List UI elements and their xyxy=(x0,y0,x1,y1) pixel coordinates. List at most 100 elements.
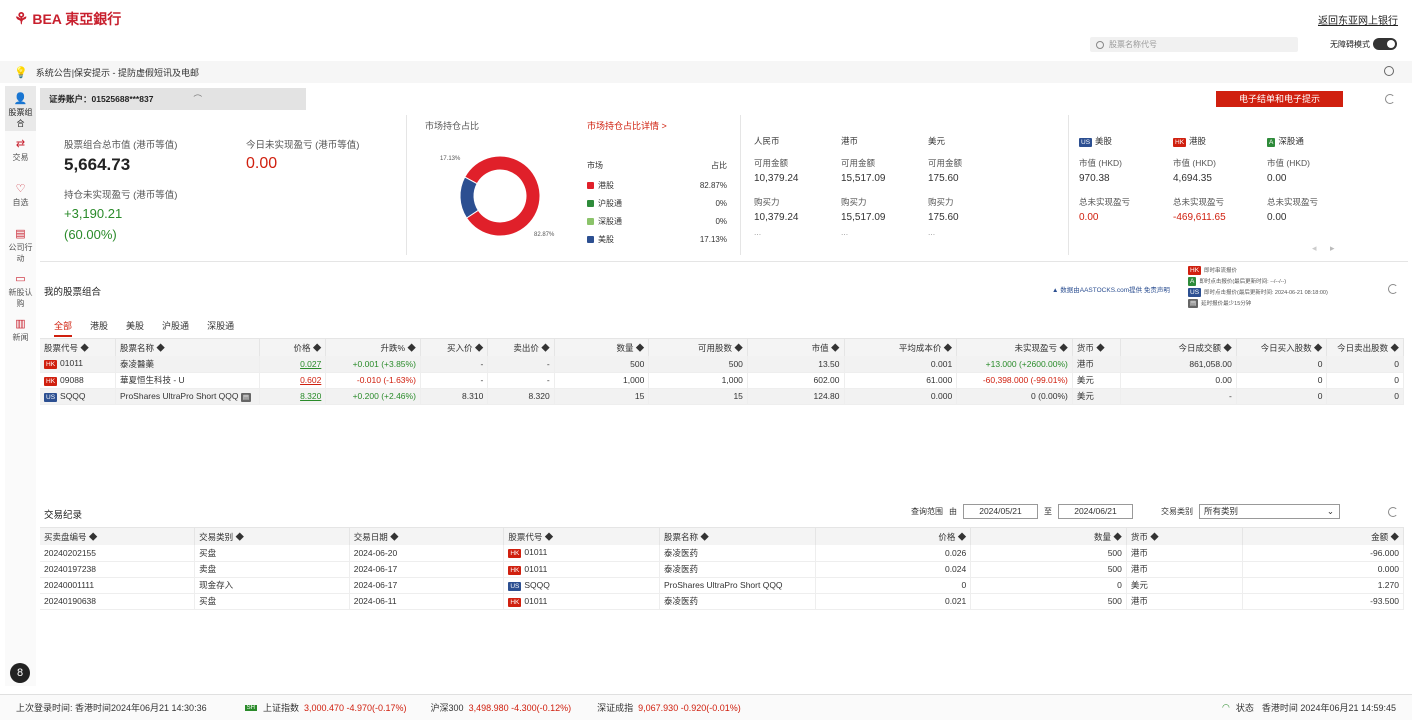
holdings-table: 股票代号 ◆ 股票名称 ◆ 价格 ◆ 升跌% ◆ 买入价 ◆ 卖出价 ◆ 数量 … xyxy=(40,339,1404,405)
table-row[interactable]: 20240001111 现金存入 2024-06-17 US SQQQ ProSh… xyxy=(40,577,1404,594)
settings-icon[interactable] xyxy=(1384,66,1394,76)
col-header-ccy[interactable]: 货币 ◆ xyxy=(1072,339,1122,356)
col-header-stock-code[interactable]: 股票代号 ◆ xyxy=(503,528,660,545)
sidebar-item-trade[interactable]: ⇄ 交易 xyxy=(5,131,36,176)
col-header-mv[interactable]: 市值 ◆ xyxy=(747,339,845,356)
refresh-icon[interactable] xyxy=(1388,507,1398,517)
col-header-name[interactable]: 股票名称 ◆ xyxy=(115,339,260,356)
market-sz-connect: A 深股通 市值 (HKD) 0.00 总未实现盈亏 0.00 xyxy=(1267,135,1357,223)
tab-all[interactable]: 全部 xyxy=(54,319,73,337)
hk-flag-icon: HK xyxy=(1173,138,1187,147)
stock-price[interactable]: 0.602 xyxy=(259,372,327,389)
next-page-icon[interactable]: ▸ xyxy=(1330,243,1335,254)
tab-sh-connect[interactable]: 沪股通 xyxy=(162,319,189,337)
more-indicator[interactable]: ... xyxy=(841,227,931,237)
us-flag-icon: US xyxy=(1079,138,1093,147)
aastocks-source[interactable]: ▲ 数据由AASTOCKS.com提供 免责声明 xyxy=(1052,284,1170,294)
sidebar-item-ipo[interactable]: ▭ 新股认购 xyxy=(5,266,36,311)
from-date-input[interactable]: 2024/05/21 xyxy=(963,504,1038,519)
col-header-stock-name[interactable]: 股票名称 ◆ xyxy=(659,528,816,545)
account-selector[interactable]: 证券账户：01525688***837 ⌒ xyxy=(40,88,306,110)
more-indicator[interactable]: ... xyxy=(928,227,1018,237)
sidebar-item-corporate-action[interactable]: ▤ 公司行动 xyxy=(5,221,36,266)
price: 0 xyxy=(815,577,972,594)
col-header-order-no[interactable]: 买卖盘编号 ◆ xyxy=(40,528,196,545)
currency: 港币 xyxy=(1126,561,1244,578)
col-header-qty[interactable]: 数量 ◆ xyxy=(970,528,1127,545)
col-header-today-buy[interactable]: 今日买入股数 ◆ xyxy=(1236,339,1328,356)
col-header-avg-cost[interactable]: 平均成本价 ◆ xyxy=(844,339,958,356)
buy-power-label: 购买力 xyxy=(928,197,954,207)
estatement-button[interactable]: 电子结单和电子提示 xyxy=(1216,91,1343,107)
back-to-ebanking-link[interactable]: 返回东亚网上银行 xyxy=(1318,12,1398,27)
trades-table: 买卖盘编号 ◆ 交易类别 ◆ 交易日期 ◆ 股票代号 ◆ 股票名称 ◆ 价格 ◆… xyxy=(40,528,1404,610)
more-indicator[interactable]: ... xyxy=(754,227,844,237)
trades-table-wrap: 买卖盘编号 ◆ 交易类别 ◆ 交易日期 ◆ 股票代号 ◆ 股票名称 ◆ 价格 ◆… xyxy=(40,527,1404,610)
divider xyxy=(740,115,741,255)
holding-pl-label: 持仓未实现盈亏 (港币等值) xyxy=(64,190,178,201)
sidebar-item-portfolio[interactable]: 👤 股票组合 xyxy=(5,86,36,131)
bea-logo[interactable]: ⚘ BEA 東亞銀行 xyxy=(14,9,121,29)
legend-swatch xyxy=(587,235,594,243)
today-buy-qty: 0 xyxy=(1236,388,1328,405)
eye-hidden-icon[interactable]: ⌒ xyxy=(193,93,202,105)
mv-label: 市值 (HKD) xyxy=(1267,158,1310,168)
stock-change: -0.010 (-1.63%) xyxy=(325,372,421,389)
amount: 0.000 xyxy=(1242,561,1404,578)
col-header-amount[interactable]: 金额 ◆ xyxy=(1242,528,1404,545)
donut-slice-0 xyxy=(464,155,541,237)
col-header-qty[interactable]: 数量 ◆ xyxy=(554,339,650,356)
sidebar-item-news[interactable]: ▥ 新闻 xyxy=(5,311,36,356)
table-row[interactable]: 20240202155 买盘 2024-06-20 HK 01011 泰凌医药 0… xyxy=(40,545,1404,562)
refresh-icon[interactable] xyxy=(1388,284,1398,294)
trade-type-select[interactable]: 所有类别 ⌄ xyxy=(1199,504,1340,519)
holding-pl-pct: (60.00%) xyxy=(64,227,117,242)
avail-value: 15,517.09 xyxy=(841,173,886,184)
table-row[interactable]: 20240190638 买盘 2024-06-11 HK 01011 泰凌医药 0… xyxy=(40,593,1404,610)
table-row[interactable]: 20240197238 卖盘 2024-06-17 HK 01011 泰凌医药 0… xyxy=(40,561,1404,578)
col-header-avail[interactable]: 可用股数 ◆ xyxy=(648,339,748,356)
stock-price[interactable]: 0.027 xyxy=(259,356,327,373)
col-header-price[interactable]: 价格 ◆ xyxy=(259,339,327,356)
logo-text: BEA 東亞銀行 xyxy=(32,11,122,27)
col-header-trade-type[interactable]: 交易类别 ◆ xyxy=(194,528,350,545)
tab-sz-connect[interactable]: 深股通 xyxy=(207,319,234,337)
from-label: 由 xyxy=(949,507,957,516)
news-icon: ▥ xyxy=(15,318,26,330)
col-header-today-sell[interactable]: 今日卖出股数 ◆ xyxy=(1326,339,1404,356)
stock-price[interactable]: 8.320 xyxy=(259,388,327,405)
table-row[interactable]: HK 01011 泰凌醫藥 0.027 +0.001 (+3.85%) - - 5… xyxy=(40,356,1404,373)
legend-swatch xyxy=(587,199,594,207)
col-header-code[interactable]: 股票代号 ◆ xyxy=(40,339,116,356)
pie-label-big: 82.87% xyxy=(534,232,555,238)
notice-text[interactable]: 系统公告|保安提示 - 提防虚假短讯及电邮 xyxy=(36,66,199,79)
legend-header: 市场 占比 xyxy=(587,156,727,174)
col-header-change[interactable]: 升跌% ◆ xyxy=(325,339,421,356)
market-share-detail-link[interactable]: 市场持仓占比详情 > xyxy=(587,119,667,132)
search-icon xyxy=(1096,40,1104,49)
col-header-ask[interactable]: 卖出价 ◆ xyxy=(487,339,555,356)
col-header-price[interactable]: 价格 ◆ xyxy=(815,528,972,545)
bea-logo-icon: ⚘ xyxy=(14,11,29,28)
table-row[interactable]: US SQQQ ProShares UltraPro Short QQQ ▤ 8.… xyxy=(40,388,1404,405)
col-header-pl[interactable]: 未实现盈亏 ◆ xyxy=(956,339,1073,356)
refresh-icon[interactable] xyxy=(1385,94,1395,104)
col-header-turnover[interactable]: 今日成交额 ◆ xyxy=(1120,339,1237,356)
tab-hk[interactable]: 港股 xyxy=(90,319,108,337)
sidebar-item-watchlist[interactable]: ♡ 自选 xyxy=(5,176,36,221)
accessibility-toggle[interactable] xyxy=(1373,38,1397,50)
to-date-input[interactable]: 2024/06/21 xyxy=(1058,504,1133,519)
col-header-bid[interactable]: 买入价 ◆ xyxy=(420,339,489,356)
trade-type-value: 所有类别 xyxy=(1204,506,1239,516)
stock-search-input[interactable]: 股票名称代号 xyxy=(1090,37,1298,52)
ask-price: - xyxy=(487,356,555,373)
prev-page-icon[interactable]: ◂ xyxy=(1312,243,1317,254)
buy-power-label: 购买力 xyxy=(754,197,780,207)
col-header-ccy[interactable]: 货币 ◆ xyxy=(1126,528,1244,545)
table-row[interactable]: HK 09088 華夏恒生科技 - U 0.602 -0.010 (-1.63%)… xyxy=(40,372,1404,389)
currency: 美元 xyxy=(1072,388,1122,405)
help-chat-button[interactable]: 8 xyxy=(10,663,30,683)
col-header-trade-date[interactable]: 交易日期 ◆ xyxy=(349,528,505,545)
market-us: US 美股 市值 (HKD) 970.38 总未实现盈亏 0.00 xyxy=(1079,135,1169,223)
tab-us[interactable]: 美股 xyxy=(126,319,144,337)
